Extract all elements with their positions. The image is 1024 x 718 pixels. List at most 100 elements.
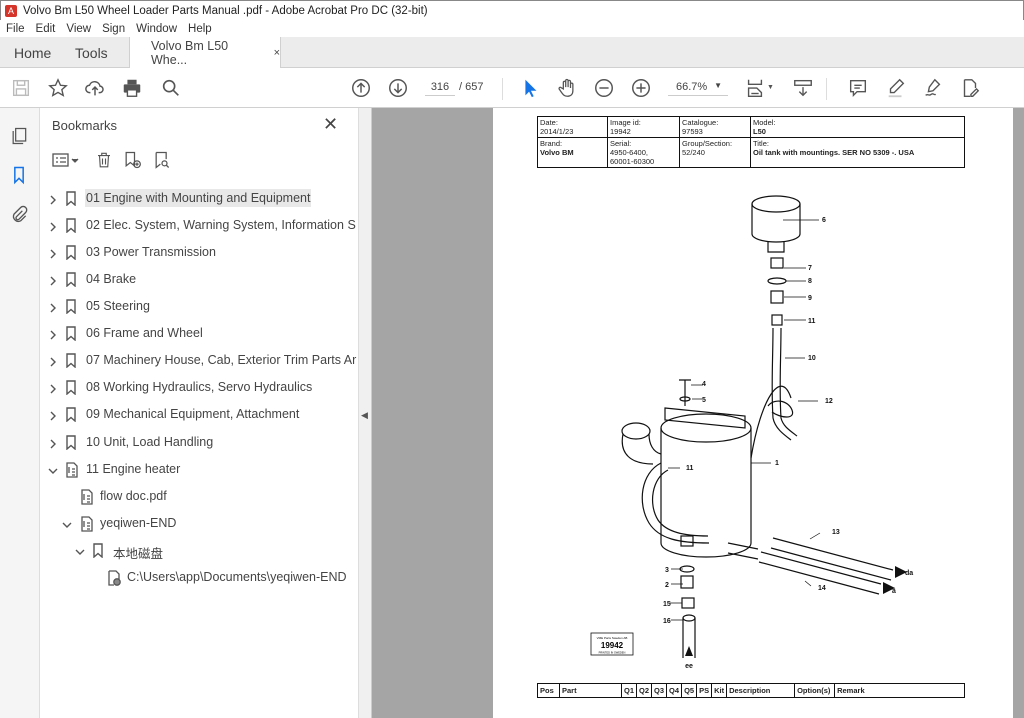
next-page-icon[interactable] xyxy=(386,76,410,100)
tab-document[interactable]: Volvo Bm L50 Whe... × xyxy=(129,37,281,69)
bookmark-item[interactable]: C:\Users\app\Documents\yeqiwen-END xyxy=(40,567,358,589)
chevron-down-icon[interactable] xyxy=(62,519,72,533)
chevron-right-icon[interactable] xyxy=(48,275,58,289)
options-menu-icon[interactable] xyxy=(52,152,80,173)
panel-collapse-handle[interactable]: ◀ xyxy=(358,108,372,718)
page-total: / 657 xyxy=(459,81,484,93)
callout-label: 6 xyxy=(822,217,826,224)
scroll-mode-icon[interactable] xyxy=(791,76,815,100)
menu-edit[interactable]: Edit xyxy=(30,23,61,35)
menu-bar: File Edit View Sign Window Help xyxy=(0,20,1024,37)
chevron-right-icon[interactable] xyxy=(48,410,58,424)
bookmark-item[interactable]: flow doc.pdf xyxy=(40,486,358,508)
bookmark-item[interactable]: 11 Engine heater xyxy=(40,459,358,481)
bookmark-label: C:\Users\app\Documents\yeqiwen-END xyxy=(127,570,347,584)
bookmark-label: 10 Unit, Load Handling xyxy=(86,435,214,449)
stamp-image-id: 19942 xyxy=(601,641,624,650)
select-cursor-icon[interactable] xyxy=(518,76,542,100)
bookmark-label: 11 Engine heater xyxy=(86,462,181,476)
chevron-down-icon[interactable] xyxy=(75,546,85,560)
bookmark-item[interactable]: 10 Unit, Load Handling xyxy=(40,432,358,454)
menu-help[interactable]: Help xyxy=(182,23,217,35)
bookmark-item[interactable]: 04 Brake xyxy=(40,269,358,291)
callout-label: 15 xyxy=(663,601,671,608)
bookmark-item[interactable]: 05 Steering xyxy=(40,296,358,318)
save-icon[interactable] xyxy=(9,76,33,100)
column-header: Remark xyxy=(834,683,965,698)
bookmark-label: 05 Steering xyxy=(86,299,150,313)
attachments-icon[interactable] xyxy=(9,204,29,231)
bookmark-icon xyxy=(65,435,77,453)
chevron-right-icon[interactable] xyxy=(48,194,58,208)
chevron-right-icon[interactable] xyxy=(48,438,58,452)
menu-view[interactable]: View xyxy=(60,23,96,35)
menu-sign[interactable]: Sign xyxy=(96,23,130,35)
bookmark-item[interactable]: 02 Elec. System, Warning System, Informa… xyxy=(40,215,358,237)
close-panel-icon[interactable]: ✕ xyxy=(323,114,338,135)
document-bookmark-icon xyxy=(80,489,94,508)
bookmark-label: 02 Elec. System, Warning System, Informa… xyxy=(86,218,356,232)
callout-label: 10 xyxy=(808,355,816,362)
callout-label: 12 xyxy=(825,398,833,405)
chevron-right-icon[interactable] xyxy=(48,329,58,343)
collapse-arrow-icon[interactable]: ◀ xyxy=(361,410,368,421)
chevron-down-icon[interactable] xyxy=(48,465,58,479)
highlight-pen-icon[interactable] xyxy=(884,76,908,100)
callout-label: 11 xyxy=(686,465,694,472)
bookmark-item[interactable]: 09 Mechanical Equipment, Attachment xyxy=(40,404,358,426)
hand-tool-icon[interactable] xyxy=(555,76,579,100)
bookmark-item[interactable]: 06 Frame and Wheel xyxy=(40,323,358,345)
callout-label: 9 xyxy=(808,295,812,302)
chevron-right-icon[interactable] xyxy=(48,383,58,397)
zoom-out-icon[interactable] xyxy=(592,76,616,100)
tab-home[interactable]: Home xyxy=(14,37,51,68)
column-header: Q5 xyxy=(681,683,698,698)
edit-pdf-icon[interactable] xyxy=(958,76,982,100)
bookmark-item[interactable]: 07 Machinery House, Cab, Exterior Trim P… xyxy=(40,350,358,372)
new-bookmark-icon[interactable] xyxy=(122,150,142,175)
tab-tools[interactable]: Tools xyxy=(75,37,108,68)
chevron-right-icon[interactable] xyxy=(48,356,58,370)
bookmark-search-icon[interactable] xyxy=(152,150,172,175)
previous-page-icon[interactable] xyxy=(349,76,373,100)
callout-label: 8 xyxy=(808,278,812,285)
bookmark-label: 本地磁盘 xyxy=(113,547,164,561)
page-fit-chevron-icon[interactable]: ▼ xyxy=(767,84,774,91)
catalog-stamp: VME Parts Sweden AB 19942 PRINTED IN SWE… xyxy=(590,632,634,656)
page-number-input[interactable]: 316 xyxy=(425,81,455,96)
star-icon[interactable] xyxy=(46,76,70,100)
callout-label: 5 xyxy=(702,397,706,404)
print-icon[interactable] xyxy=(120,76,144,100)
bookmark-item[interactable]: 08 Working Hydraulics, Servo Hydraulics xyxy=(40,377,358,399)
bookmark-item[interactable]: yeqiwen-END xyxy=(40,513,358,535)
callout-label: 13 xyxy=(832,529,840,536)
delete-bookmark-icon[interactable] xyxy=(95,150,113,175)
bookmark-item[interactable]: 本地磁盘 xyxy=(40,540,358,562)
callout-label: 14 xyxy=(818,585,826,592)
chevron-right-icon[interactable] xyxy=(48,248,58,262)
callout-label: 7 xyxy=(808,265,812,272)
cloud-upload-icon[interactable] xyxy=(83,76,107,100)
tab-bar: Home Tools Volvo Bm L50 Whe... × xyxy=(0,37,1024,69)
close-tab-icon[interactable]: × xyxy=(274,47,280,59)
parts-list-header-table: Pos Part Q1 Q2 Q3 Q4 Q5 PS Kit Description Option(… xyxy=(537,683,965,698)
zoom-in-icon[interactable] xyxy=(629,76,653,100)
menu-file[interactable]: File xyxy=(0,23,30,35)
page-thumbnails-icon[interactable] xyxy=(9,126,29,151)
bookmark-item[interactable]: 01 Engine with Mounting and Equipment xyxy=(40,188,358,210)
bookmark-item[interactable]: 03 Power Transmission xyxy=(40,242,358,264)
page-fit-icon[interactable] xyxy=(743,76,767,100)
window-title: Volvo Bm L50 Wheel Loader Parts Manual .… xyxy=(23,4,428,17)
chevron-right-icon[interactable] xyxy=(48,302,58,316)
bookmarks-panel-icon[interactable] xyxy=(9,164,29,191)
callout-label: 16 xyxy=(663,618,671,625)
search-zoom-icon[interactable] xyxy=(159,76,183,100)
zoom-level-dropdown[interactable]: 66.7% ▼ xyxy=(668,81,728,96)
bookmarks-panel: Bookmarks ✕ 01 Engine with Mounting and … xyxy=(40,108,358,718)
sign-pen-icon[interactable] xyxy=(921,76,945,100)
chevron-right-icon[interactable] xyxy=(48,221,58,235)
menu-window[interactable]: Window xyxy=(130,23,182,35)
bookmark-label: 08 Working Hydraulics, Servo Hydraulics xyxy=(86,380,313,394)
comment-icon[interactable] xyxy=(846,76,870,100)
chevron-down-icon: ▼ xyxy=(714,81,722,90)
